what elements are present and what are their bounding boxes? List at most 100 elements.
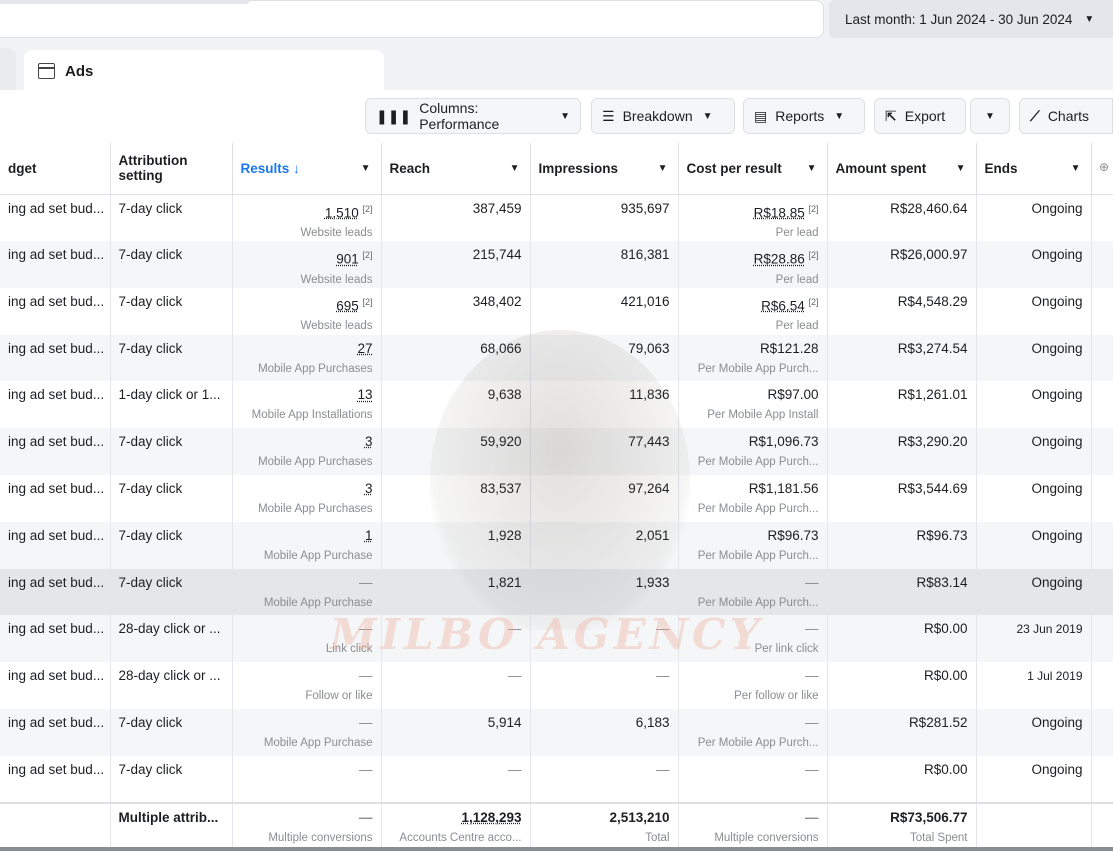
ends-cell: Ongoing [976,287,1092,335]
caret-down-icon[interactable]: ▼ [807,163,817,174]
impressions-cell: 77,443 [530,428,679,475]
tab-ad-sets[interactable] [0,48,16,92]
export-options-button[interactable]: ▼ [970,98,1010,134]
attribution-cell: 7-day click [110,428,233,475]
table-toolbar: ❚❚❚ Columns: Performance ▼ ☰ Breakdown ▼… [0,98,1113,134]
ends-value: 1 Jul 2019 [1027,669,1083,684]
results-value[interactable]: 1,510 [325,205,359,220]
reports-icon: ▤ [754,107,768,124]
results-type: Mobile App Purchase [263,549,373,562]
reports-label: Reports [775,108,825,124]
results-value[interactable]: 695 [336,298,359,313]
reach-cell: 1,821 [381,568,531,616]
table-row[interactable]: ing ad set bud... 7-day click 3 Mobile App … [0,474,1113,522]
totals-impressions-value: 2,513,210 [609,809,670,825]
export-icon: ⇱ [885,107,897,124]
footnote-marker[interactable]: [2] [362,297,372,307]
table-row[interactable]: ing ad set bud... 7-day click 901 [2] Websi… [0,241,1113,288]
footnote-marker[interactable]: [2] [808,250,818,260]
attribution-cell: 1-day click or 1... [110,381,233,429]
caret-down-icon[interactable]: ▼ [956,163,966,174]
top-bar: Last month: 1 Jun 2024 - 30 Jun 2024 ▼ [0,0,1113,40]
col-cost-per-result[interactable]: Cost per result ▼ [678,143,828,195]
col-reach[interactable]: Reach ▼ [381,143,531,195]
budget-value: ing ad set bud... [8,387,105,403]
reach-value: 68,066 [480,340,522,356]
cost-per-result-cell: — Per Mobile App Purch... [678,568,828,616]
footnote-marker[interactable]: [2] [362,204,372,214]
cost-per-result-type: Per follow or like [734,690,819,703]
search-bar[interactable] [0,0,824,38]
results-value[interactable]: — [359,575,373,590]
caret-down-icon: ▼ [1084,13,1095,25]
caret-down-icon: ▼ [702,110,713,122]
caret-down-icon[interactable]: ▼ [361,163,371,174]
budget-cell: ing ad set bud... [0,287,111,335]
table-row[interactable]: ing ad set bud... 7-day click 695 [2] Websi… [0,287,1113,335]
footnote-marker[interactable]: [2] [362,250,372,260]
impressions-value: 816,381 [620,247,670,262]
col-results[interactable]: Results ↓ ▼ [232,143,382,195]
results-value[interactable]: 13 [357,387,372,402]
results-value[interactable]: — [359,621,373,636]
table-row[interactable]: ing ad set bud... 7-day click 3 Mobile App … [0,428,1113,475]
cost-per-result-cell: R$1,181.56 Per Mobile App Purch... [678,474,828,522]
col-budget[interactable]: dget [0,143,111,195]
charts-button[interactable]: ⟋ Charts [1019,98,1113,134]
table-row[interactable]: ing ad set bud... 1-day click or 1... 13 Mo… [0,381,1113,429]
impressions-value: 97,264 [628,480,670,496]
results-value[interactable]: — [359,762,373,777]
results-value[interactable]: 1 [365,528,373,543]
results-value[interactable]: 3 [365,434,373,449]
impressions-value: — [656,621,670,637]
caret-down-icon[interactable]: ▼ [510,163,520,174]
amount-spent-value: R$0.00 [923,668,968,684]
attribution-value: 1-day click or 1... [118,387,221,403]
results-type: Mobile App Installations [251,409,373,422]
attribution-value: 7-day click [118,340,183,356]
col-impressions[interactable]: Impressions ▼ [530,143,679,195]
table-bottom-border [0,847,1113,851]
extra-cell [1091,615,1113,663]
results-value[interactable]: — [359,668,373,683]
attribution-cell: 7-day click [110,568,233,616]
attribution-cell: 7-day click [110,334,233,382]
results-value[interactable]: — [359,715,373,730]
caret-down-icon[interactable]: ▼ [1071,163,1081,174]
table-row[interactable]: ing ad set bud... 7-day click 1,510 [2] Web… [0,194,1113,241]
table-row[interactable]: ing ad set bud... 28-day click or ... — Fol… [0,662,1113,709]
results-value[interactable]: 901 [336,252,359,267]
extra-cell [1091,194,1113,241]
table-row[interactable]: ing ad set bud... 28-day click or ... — Lin… [0,615,1113,663]
results-value[interactable]: 27 [357,341,372,356]
cost-per-result-value: — [805,761,819,777]
ends-value: Ongoing [1031,434,1083,450]
columns-button[interactable]: ❚❚❚ Columns: Performance ▼ [365,98,581,134]
caret-down-icon[interactable]: ▼ [658,163,668,174]
col-attribution[interactable]: Attribution setting [110,143,233,195]
charts-label: Charts [1047,108,1090,124]
export-button[interactable]: ⇱ Export [874,98,966,134]
ads-table: dget Attribution setting Results ↓ ▼ Reac… [0,143,1113,851]
date-range-picker[interactable]: Last month: 1 Jun 2024 - 30 Jun 2024 ▼ [829,0,1113,38]
cost-per-result-type: Per Mobile App Purch... [697,362,819,375]
col-amount-spent[interactable]: Amount spent ▼ [827,143,977,195]
totals-impressions-caption: Total [645,831,670,844]
amount-spent-value: R$26,000.97 [890,247,968,262]
col-ends[interactable]: Ends ▼ [976,143,1092,195]
reports-button[interactable]: ▤ Reports ▼ [743,98,865,134]
budget-value: ing ad set bud... [8,574,105,590]
table-row[interactable]: ing ad set bud... 7-day click — — — — R$0.00 On… [0,755,1113,803]
table-row[interactable]: ing ad set bud... 7-day click 1 Mobile App … [0,521,1113,569]
results-value[interactable]: 3 [365,481,373,496]
columns-icon: ❚❚❚ [376,107,412,124]
tab-ads[interactable]: Ads [24,50,384,92]
reach-cell: 59,920 [381,428,531,475]
breakdown-button[interactable]: ☰ Breakdown ▼ [591,98,735,134]
results-cell: 13 Mobile App Installations [232,381,382,429]
table-row[interactable]: ing ad set bud... 7-day click — Mobile App … [0,568,1113,616]
table-row[interactable]: ing ad set bud... 7-day click — Mobile App … [0,708,1113,756]
footnote-marker[interactable]: [2] [808,297,818,307]
table-row[interactable]: ing ad set bud... 7-day click 27 Mobile App… [0,334,1113,382]
footnote-marker[interactable]: [2] [808,204,818,214]
